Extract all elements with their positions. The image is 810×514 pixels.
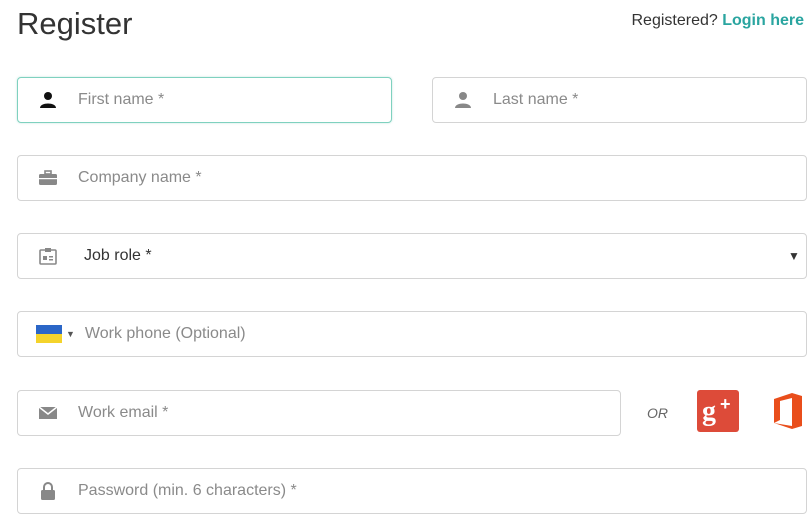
password-input[interactable] [78,469,806,513]
or-separator: OR [647,405,668,421]
lock-icon [18,482,78,500]
svg-text:g: g [702,396,716,427]
last-name-field[interactable] [432,77,807,123]
work-email-field[interactable] [17,390,621,436]
work-phone-input[interactable] [84,312,806,356]
last-name-input[interactable] [493,78,806,122]
office-icon [774,393,802,429]
login-link[interactable]: Login here [722,12,804,29]
login-prompt: Registered? Login here [631,12,804,30]
briefcase-icon [18,170,78,186]
ukraine-flag-icon [36,325,62,343]
company-input[interactable] [78,156,806,200]
google-plus-button[interactable]: g + [697,390,739,432]
registered-text: Registered? [631,12,718,29]
svg-text:+: + [720,394,731,414]
chevron-down-icon[interactable]: ▼ [782,249,806,263]
first-name-field[interactable] [17,77,392,123]
chevron-down-icon: ▼ [66,329,75,339]
company-field[interactable] [17,155,807,201]
work-email-input[interactable] [78,391,620,435]
job-role-value[interactable]: Job role * [78,234,782,278]
user-icon [433,91,493,109]
work-phone-field[interactable]: ▼ [17,311,807,357]
job-role-select[interactable]: Job role * ▼ [17,233,807,279]
office-button[interactable] [770,390,806,432]
password-field[interactable] [17,468,807,514]
country-selector[interactable]: ▼ [18,325,85,343]
user-icon [18,91,78,109]
first-name-input[interactable] [78,78,391,122]
page-title: Register [17,6,133,41]
google-plus-icon: g + [697,390,739,432]
id-badge-icon [18,247,78,265]
envelope-icon [18,406,78,420]
